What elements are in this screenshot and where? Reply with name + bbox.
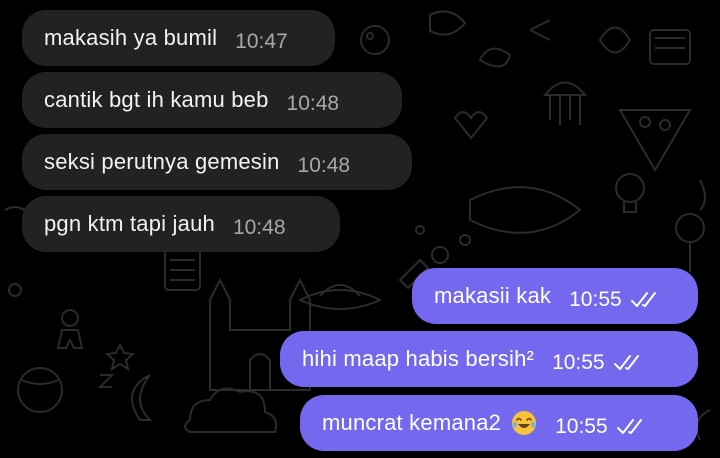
message-time: 10:55 — [555, 415, 608, 438]
incoming-message[interactable]: pgn ktm tapi jauh 10:48 — [22, 196, 340, 252]
message-time: 10:48 — [286, 92, 340, 115]
message-time: 10:47 — [235, 30, 288, 53]
message-text: pgn ktm tapi jauh — [44, 211, 215, 236]
message-time: 10:55 — [552, 351, 605, 374]
message-text: makasii kak — [434, 283, 552, 308]
message-time: 10:55 — [569, 288, 622, 311]
message-text: seksi perutnya gemesin — [44, 149, 280, 174]
read-receipt-icon — [616, 419, 642, 434]
message-text: hihi maap habis bersih² — [302, 346, 535, 371]
message-text: cantik bgt ih kamu beb — [44, 87, 269, 112]
message-text: makasih ya bumil — [44, 25, 218, 50]
message-time: 10:48 — [297, 154, 351, 177]
incoming-message[interactable]: makasih ya bumil 10:47 — [22, 10, 335, 66]
face-with-tears-of-joy-icon — [512, 411, 537, 435]
outgoing-message[interactable]: muncrat kemana2 10:55 — [300, 395, 698, 451]
read-receipt-icon — [613, 355, 639, 370]
incoming-message[interactable]: seksi perutnya gemesin 10:48 — [22, 134, 412, 190]
outgoing-message[interactable]: makasii kak 10:55 — [412, 268, 698, 324]
read-receipt-icon — [630, 292, 656, 307]
incoming-message[interactable]: cantik bgt ih kamu beb 10:48 — [22, 72, 402, 128]
message-time: 10:48 — [232, 216, 286, 239]
message-text: muncrat kemana2 — [322, 410, 502, 435]
outgoing-message[interactable]: hihi maap habis bersih² 10:55 — [280, 331, 698, 387]
